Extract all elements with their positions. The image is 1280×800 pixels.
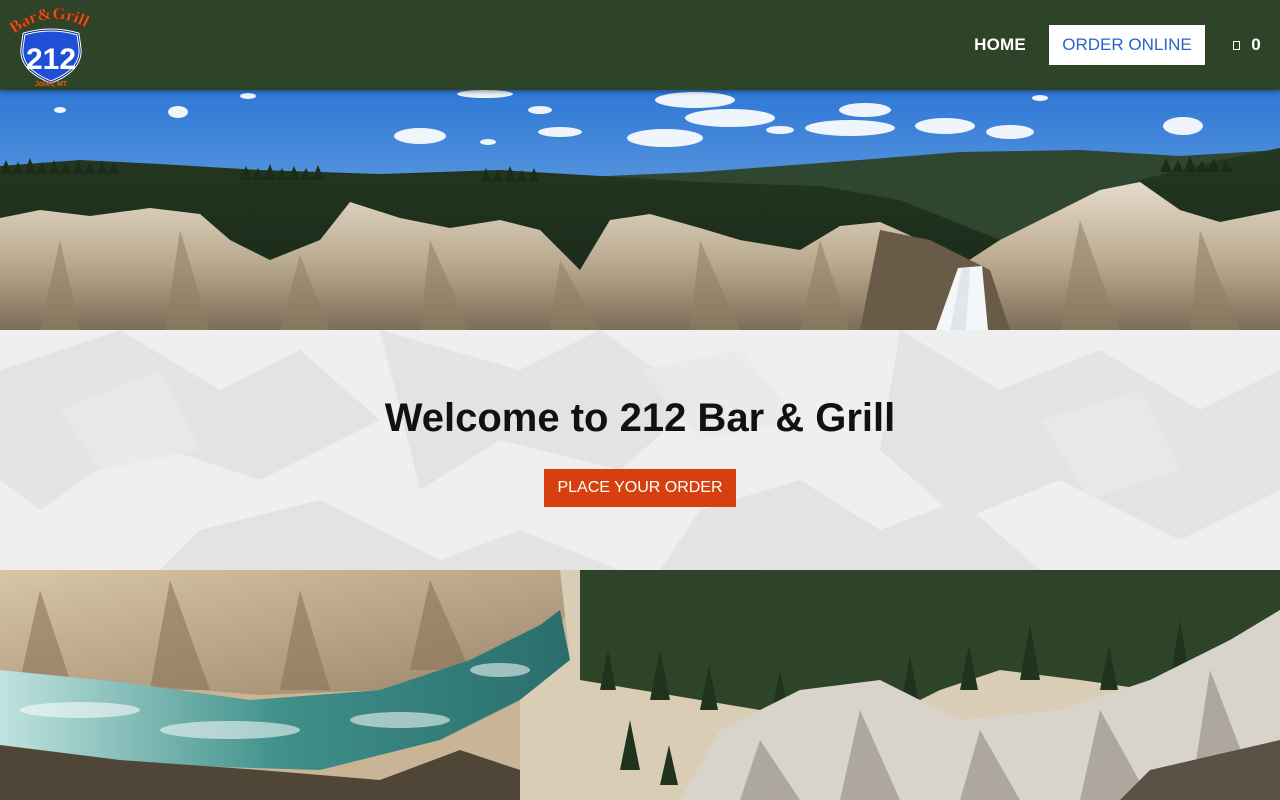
welcome-section (0, 330, 1280, 570)
welcome-heading: Welcome to 212 Bar & Grill (384, 396, 896, 440)
cart-icon (1233, 40, 1241, 50)
river-canyon-illustration (0, 570, 1280, 800)
place-your-order-button[interactable]: PLACE YOUR ORDER (544, 469, 736, 507)
svg-text:212: 212 (26, 43, 76, 76)
nav-home-link[interactable]: HOME (960, 25, 1040, 65)
canyon-waterfall-illustration (0, 90, 1280, 330)
site-header: Bar&Grill 212 Joliet, MT HOME ORDER ONLI… (0, 0, 1280, 90)
cart-count: 0 (1251, 35, 1261, 54)
logo-graphic: Bar&Grill 212 Joliet, MT (6, 4, 93, 88)
faded-mountain-texture (0, 330, 1280, 570)
site-logo[interactable]: Bar&Grill 212 Joliet, MT (6, 4, 96, 88)
river-canyon-image (0, 570, 1280, 800)
svg-text:Joliet, MT: Joliet, MT (35, 81, 68, 88)
nav-order-online-button[interactable]: ORDER ONLINE (1049, 25, 1205, 65)
hero-canyon-image (0, 90, 1280, 330)
cart-button[interactable]: 0 (1222, 25, 1272, 65)
